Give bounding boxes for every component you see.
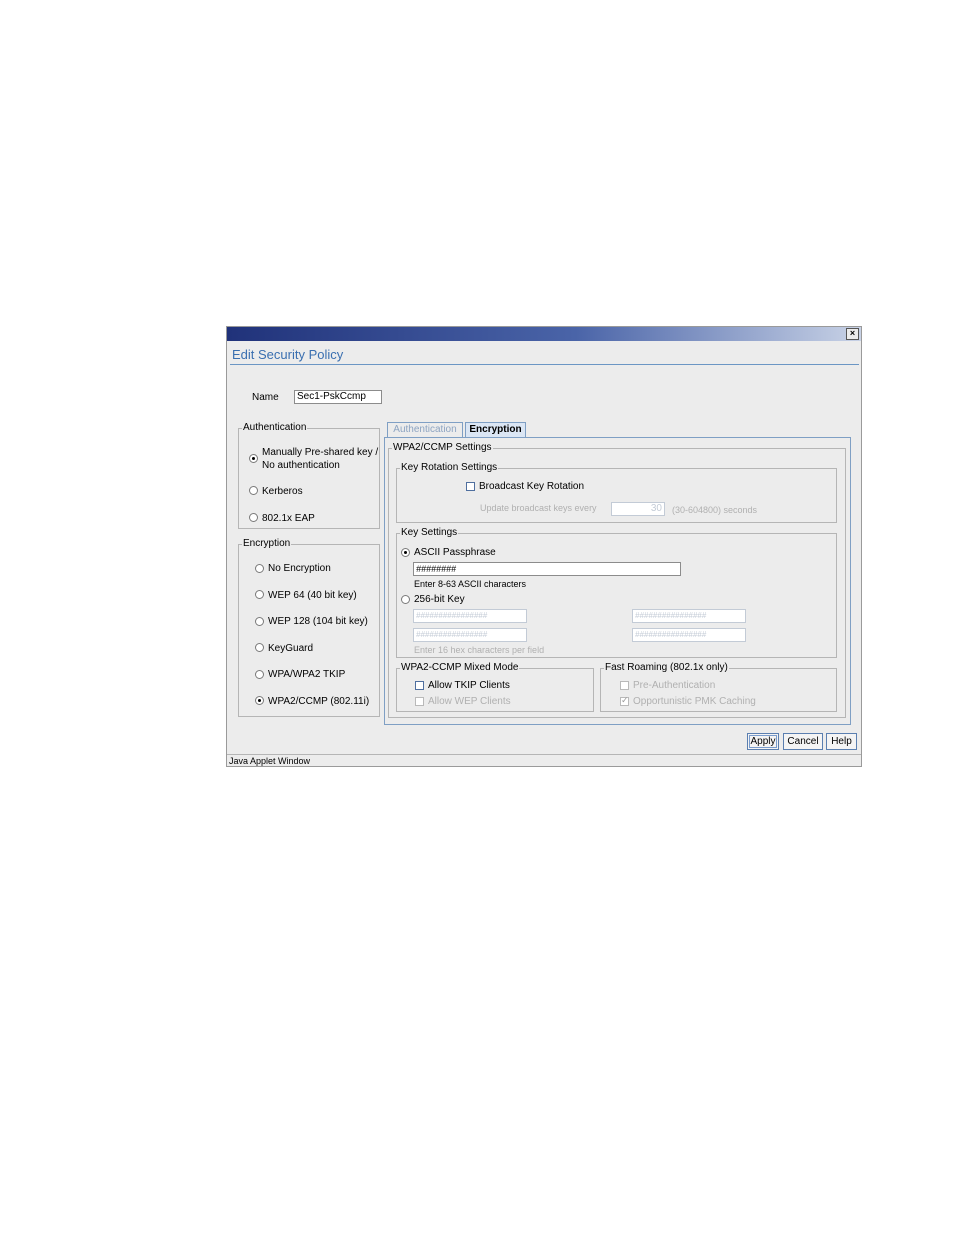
allow-tkip-label: Allow TKIP Clients [428, 680, 510, 691]
update-keys-input[interactable]: 30 [611, 502, 665, 516]
update-keys-label: Update broadcast keys every [480, 503, 597, 513]
update-keys-range: (30-604800) seconds [672, 505, 758, 515]
broadcast-key-rotation-label: Broadcast Key Rotation [479, 481, 585, 492]
fast-roaming-title: Fast Roaming (802.1x only) [604, 662, 729, 673]
auth-psk-label: Manually Pre-shared key / [262, 447, 379, 458]
auth-kerberos-label: Kerberos [262, 486, 303, 497]
pre-authentication-checkbox[interactable] [620, 681, 629, 690]
key-settings-title: Key Settings [400, 527, 459, 538]
tab-authentication[interactable]: Authentication [387, 422, 463, 437]
name-label: Name [252, 392, 279, 403]
auth-8021x-eap-radio[interactable] [249, 513, 258, 522]
key-256bit-radio[interactable] [401, 595, 410, 604]
encryption-group-title: Encryption [242, 538, 292, 549]
help-button[interactable]: Help [826, 733, 857, 750]
allow-wep-checkbox[interactable] [415, 697, 424, 706]
enc-none-radio[interactable] [255, 564, 264, 573]
key-rotation-title: Key Rotation Settings [400, 462, 499, 473]
ascii-passphrase-radio[interactable] [401, 548, 410, 557]
hex-key-hint: Enter 16 hex characters per field [414, 645, 545, 655]
apply-button[interactable]: Apply [747, 733, 779, 750]
broadcast-key-rotation-checkbox[interactable] [466, 482, 475, 491]
ascii-passphrase-label: ASCII Passphrase [414, 547, 496, 558]
edit-security-policy-window: × Edit Security Policy Name Sec1-PskCcmp… [226, 326, 862, 767]
window-titlebar[interactable]: × [227, 327, 861, 341]
enc-wpa-tkip-radio[interactable] [255, 670, 264, 679]
hex-key-field-3[interactable]: ################ [413, 628, 527, 642]
auth-8021x-eap-label: 802.1x EAP [262, 513, 315, 524]
allow-tkip-checkbox[interactable] [415, 681, 424, 690]
pre-authentication-label: Pre-Authentication [633, 680, 716, 691]
tab-encryption[interactable]: Encryption [465, 422, 526, 437]
ascii-passphrase-hint: Enter 8-63 ASCII characters [414, 579, 527, 589]
allow-wep-label: Allow WEP Clients [428, 696, 511, 707]
name-input[interactable]: Sec1-PskCcmp [294, 390, 382, 404]
auth-psk-label-line2: No authentication [262, 460, 340, 471]
status-bar: Java Applet Window [227, 754, 861, 766]
enc-wep128-radio[interactable] [255, 617, 264, 626]
dialog-title: Edit Security Policy [232, 347, 344, 362]
enc-keyguard-label: KeyGuard [268, 643, 314, 654]
enc-wpa2-ccmp-label: WPA2/CCMP (802.11i) [268, 696, 370, 707]
wpa2-ccmp-settings-title: WPA2/CCMP Settings [392, 442, 493, 453]
key-256bit-label: 256-bit Key [414, 594, 465, 605]
enc-wep128-label: WEP 128 (104 bit key) [268, 616, 368, 627]
enc-wpa2-ccmp-radio[interactable] [255, 696, 264, 705]
enc-keyguard-radio[interactable] [255, 643, 264, 652]
auth-psk-radio[interactable] [249, 454, 258, 463]
auth-kerberos-radio[interactable] [249, 486, 258, 495]
enc-wpa-tkip-label: WPA/WPA2 TKIP [268, 669, 346, 680]
hex-key-field-2[interactable]: ################ [632, 609, 746, 623]
close-icon[interactable]: × [846, 328, 859, 340]
mixed-mode-title: WPA2-CCMP Mixed Mode [400, 662, 520, 673]
enc-none-label: No Encryption [268, 563, 331, 574]
ascii-passphrase-input[interactable]: ######## [413, 562, 681, 576]
pmk-caching-checkbox[interactable] [620, 695, 629, 706]
cancel-button[interactable]: Cancel [783, 733, 823, 750]
enc-wep64-radio[interactable] [255, 590, 264, 599]
pmk-caching-label: Opportunistic PMK Caching [633, 696, 756, 707]
authentication-group-title: Authentication [242, 422, 308, 433]
enc-wep64-label: WEP 64 (40 bit key) [268, 590, 357, 601]
title-divider [230, 364, 859, 365]
hex-key-field-1[interactable]: ################ [413, 609, 527, 623]
hex-key-field-4[interactable]: ################ [632, 628, 746, 642]
